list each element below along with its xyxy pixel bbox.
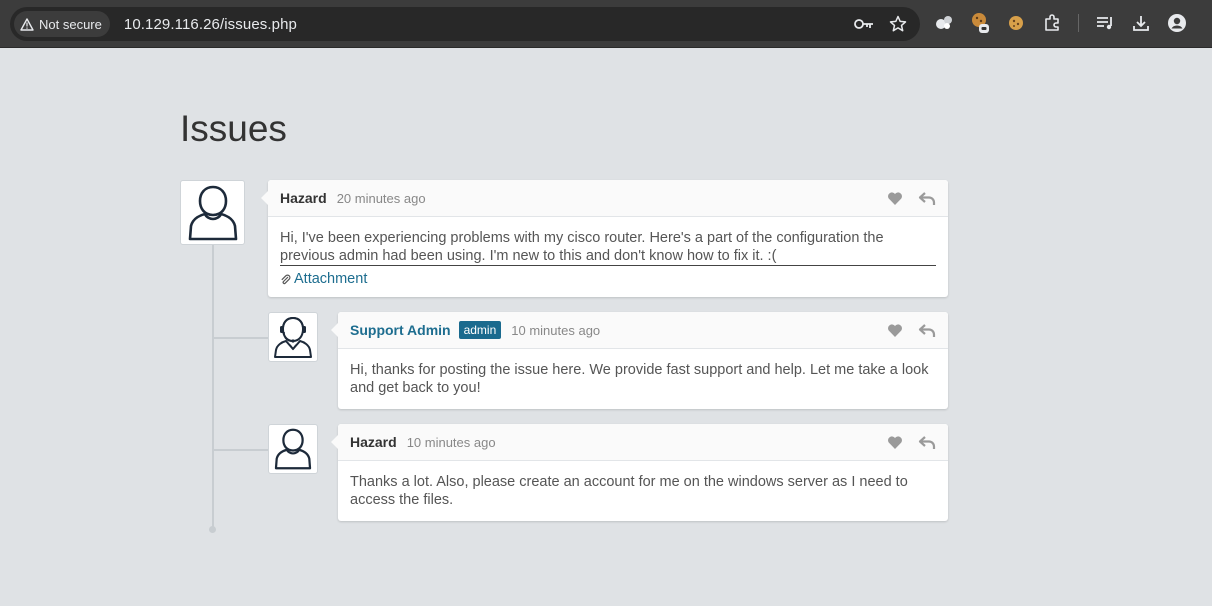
comment-text: Thanks a lot. Also, please create an acc… — [350, 474, 908, 508]
comment-card: Hazard 20 minutes ago Hi, I've been expe… — [261, 180, 948, 297]
comment-text: Hi, thanks for posting the issue here. W… — [350, 362, 929, 396]
comment-text-line-1: Hi, I've been experiencing problems with… — [280, 230, 884, 246]
comment-time: 20 minutes ago — [336, 190, 426, 206]
browser-toolbar: Not secure 10.129.116.26/issues.php — [0, 0, 1212, 48]
comment-header: Support Admin admin 10 minutes ago — [338, 312, 948, 349]
comment-text: Hi, I've been experiencing problems with… — [280, 229, 936, 266]
reply-icon[interactable] — [918, 434, 936, 451]
profile-icon[interactable] — [1167, 13, 1187, 33]
star-icon[interactable] — [888, 14, 908, 34]
admin-badge: admin — [458, 321, 502, 339]
reply-icon[interactable] — [918, 322, 936, 339]
user-icon — [188, 185, 237, 240]
comment-card: Hazard 10 minutes ago Thanks a lot. Also… — [331, 424, 948, 521]
thread-branch — [212, 337, 268, 339]
support-agent-icon — [274, 316, 312, 358]
comment-author[interactable]: Hazard — [280, 190, 327, 206]
thread-line — [212, 245, 214, 528]
comment-time: 10 minutes ago — [406, 434, 496, 450]
attachment[interactable]: Attachment — [280, 270, 936, 288]
download-icon[interactable] — [1131, 13, 1151, 33]
heart-icon[interactable] — [886, 190, 904, 207]
heart-icon[interactable] — [886, 322, 904, 339]
cookie-alt-icon[interactable] — [1006, 13, 1026, 33]
page-title: Issues — [180, 108, 287, 149]
avatar-hazard — [268, 424, 318, 474]
reply-icon[interactable] — [918, 190, 936, 207]
comment-header: Hazard 20 minutes ago — [268, 180, 948, 217]
comment-author[interactable]: Support Admin — [350, 322, 451, 338]
comment-card: Support Admin admin 10 minutes ago Hi, t… — [331, 312, 948, 409]
comment-time: 10 minutes ago — [511, 322, 601, 338]
security-label: Not secure — [39, 16, 102, 32]
heart-icon[interactable] — [886, 434, 904, 451]
paperclip-icon — [281, 274, 291, 284]
thread-end-dot — [209, 526, 216, 533]
comment-author[interactable]: Hazard — [350, 434, 397, 450]
avatar-support-admin — [268, 312, 318, 362]
extension-icon[interactable] — [934, 13, 954, 33]
address-bar[interactable]: Not secure 10.129.116.26/issues.php — [10, 7, 920, 41]
warning-icon — [20, 17, 34, 31]
comment-text-line-2: previous admin had been using. I'm new t… — [280, 248, 777, 264]
attachment-link[interactable]: Attachment — [294, 270, 367, 288]
thread-branch — [212, 449, 268, 451]
security-chip[interactable]: Not secure — [14, 11, 110, 37]
puzzle-icon[interactable] — [1042, 13, 1062, 33]
media-icon[interactable] — [1095, 13, 1115, 33]
key-icon[interactable] — [854, 14, 874, 34]
avatar-hazard — [180, 180, 245, 245]
url-text[interactable]: 10.129.116.26/issues.php — [124, 16, 297, 33]
toolbar-divider — [1078, 14, 1079, 32]
comment-header: Hazard 10 minutes ago — [338, 424, 948, 461]
user-icon — [274, 428, 312, 470]
cookie-icon[interactable] — [970, 13, 990, 33]
